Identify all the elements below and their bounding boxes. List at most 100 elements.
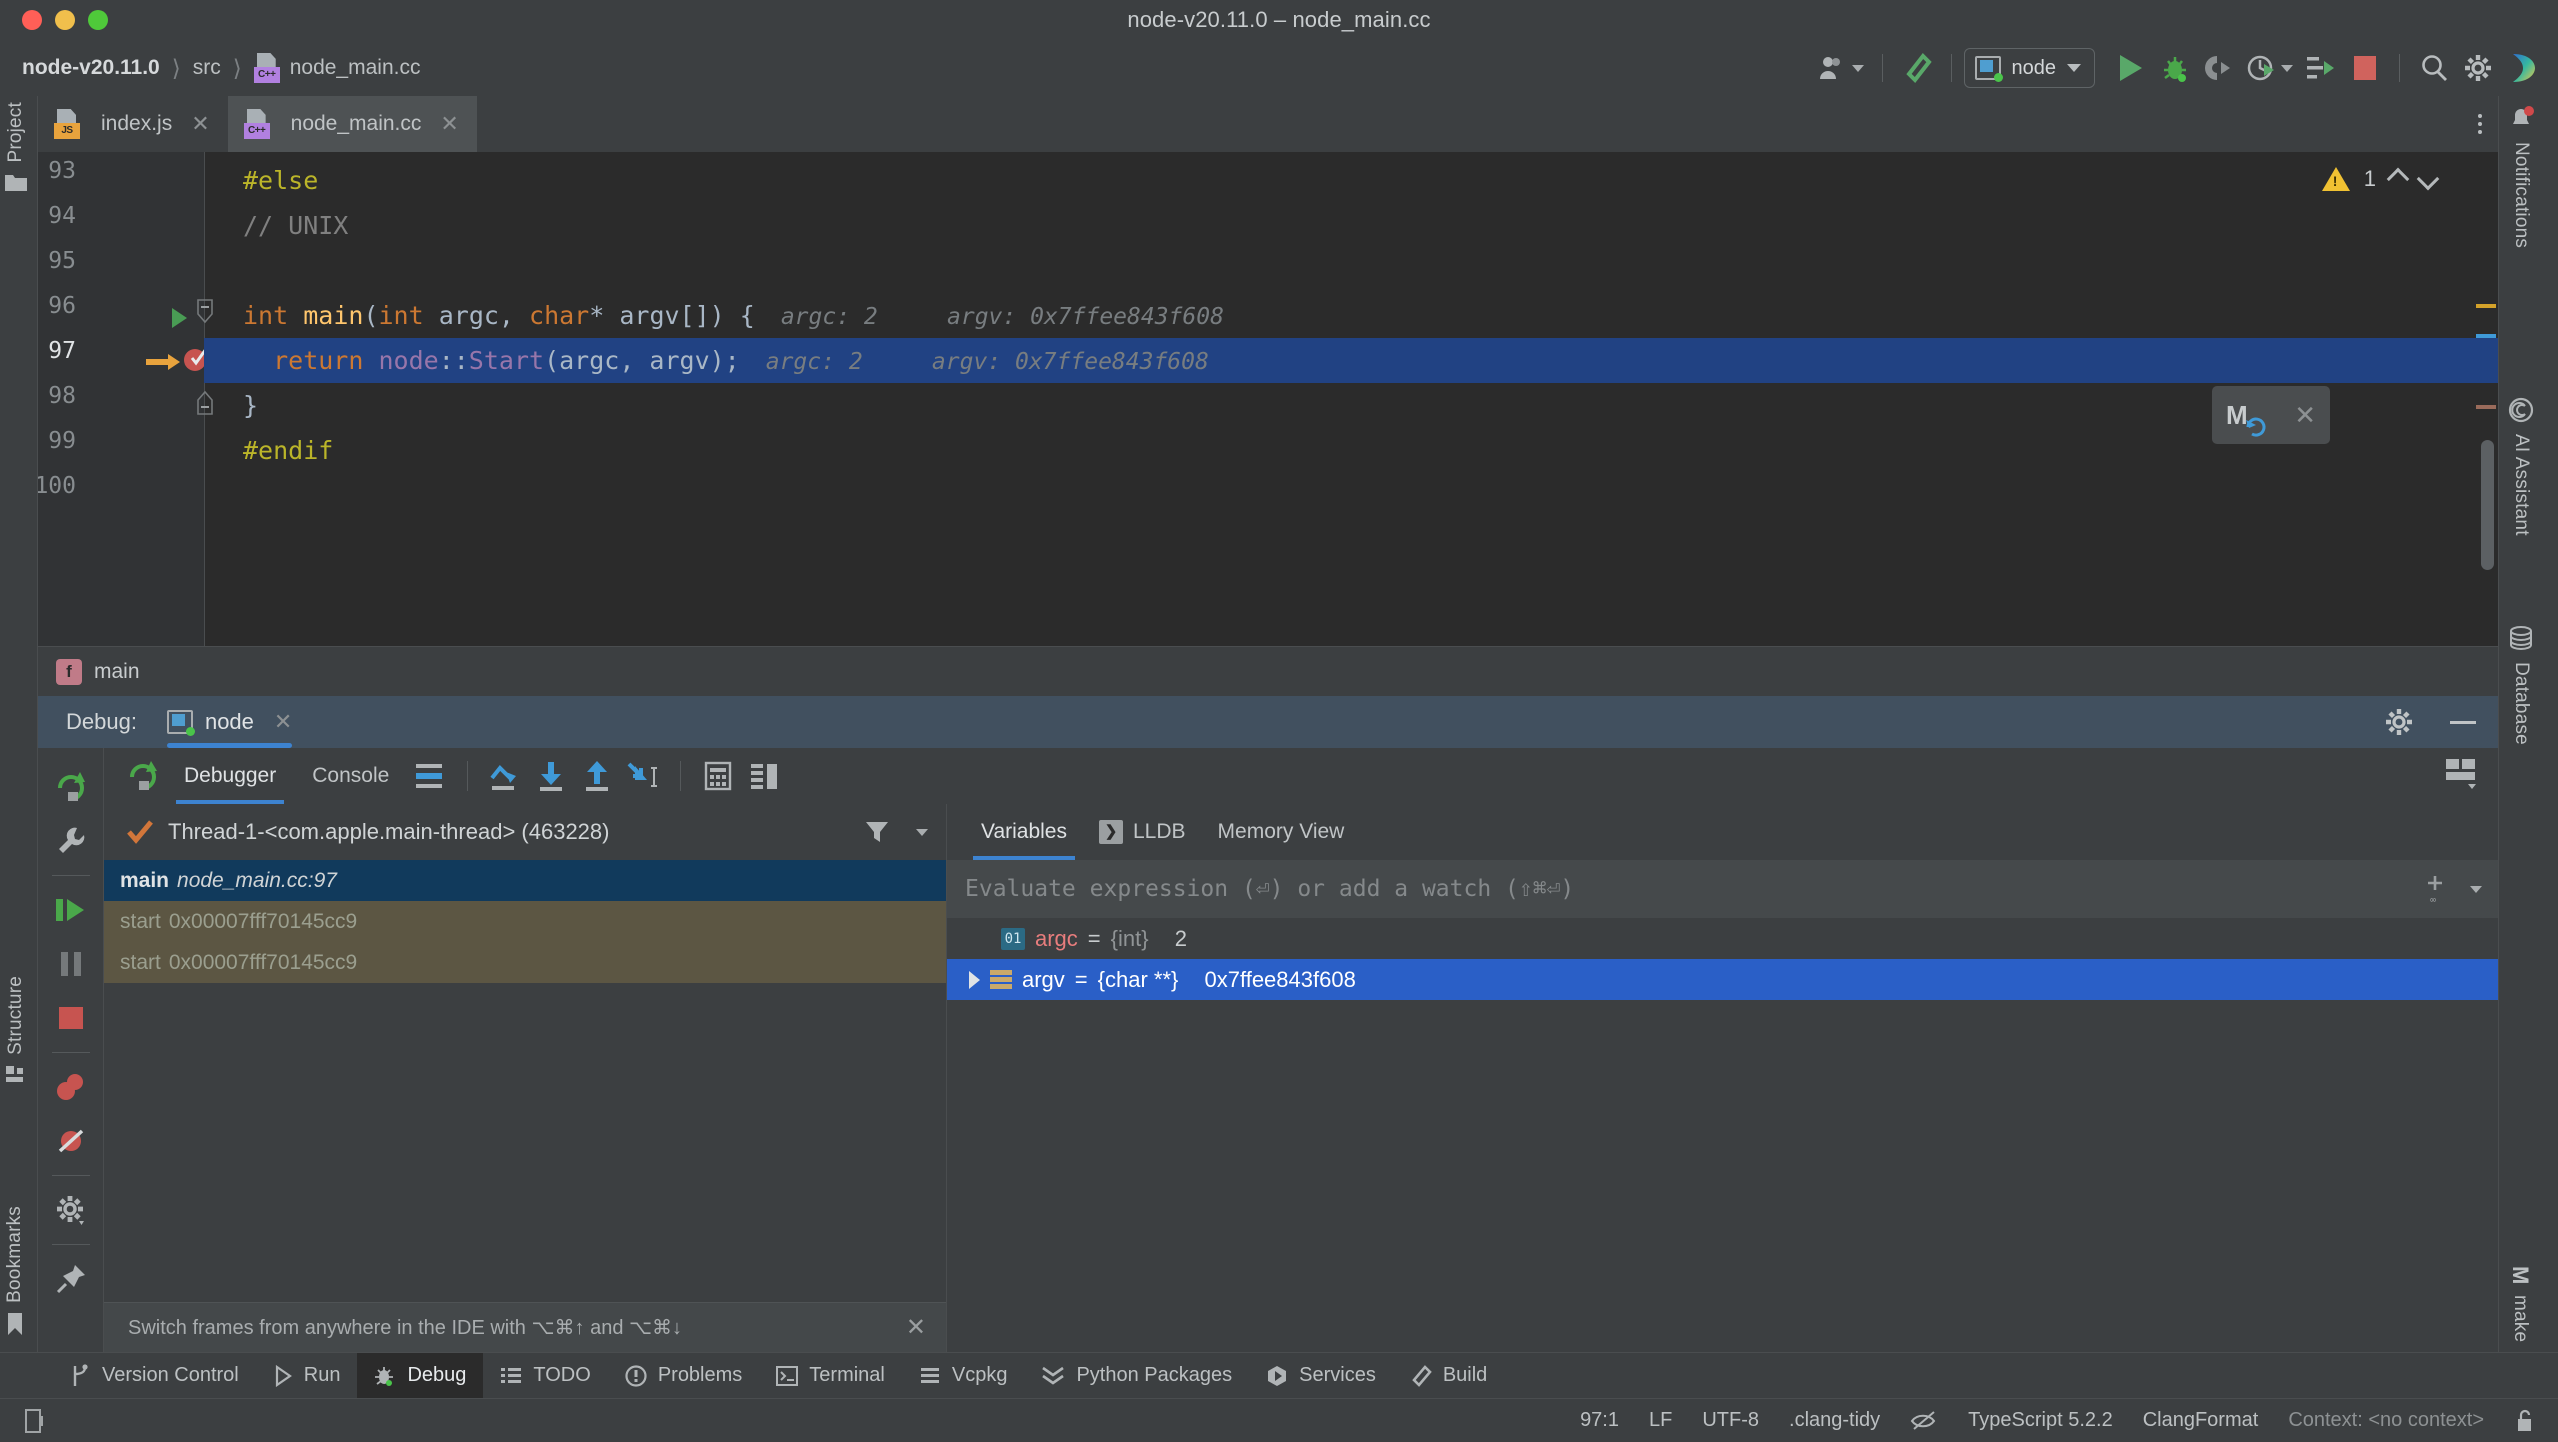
code-line-99[interactable]: #endif (204, 428, 2498, 473)
editor-scrollbar-thumb[interactable] (2481, 440, 2494, 570)
sidebar-item-notifications[interactable]: Notifications (2507, 104, 2535, 248)
context-widget[interactable]: Context: <no context> (2288, 1409, 2484, 1432)
scroll-marker-change[interactable] (2476, 405, 2496, 409)
tool-window-problems[interactable]: Problems (608, 1353, 759, 1399)
coverage-button[interactable] (2197, 46, 2241, 90)
breadcrumb-file[interactable]: C++ node_main.cc (253, 53, 420, 83)
code-formatter[interactable]: ClangFormat (2143, 1409, 2259, 1432)
step-out-button[interactable] (574, 753, 620, 799)
show-execution-point-button[interactable] (407, 753, 453, 799)
rerun-button[interactable] (43, 760, 99, 814)
editor-tab-index-js[interactable]: JS index.js ✕ (38, 96, 228, 152)
resume-program-button[interactable] (43, 883, 99, 937)
sidebar-item-make[interactable]: M make (2507, 1266, 2533, 1342)
step-over-button[interactable] (482, 753, 528, 799)
variable-row-argc[interactable]: 01 argc = {int} 2 (947, 918, 2498, 959)
run-to-cursor-button[interactable] (620, 753, 666, 799)
inspections-eye-icon[interactable] (1910, 1409, 1938, 1433)
tool-window-debug[interactable]: Debug (357, 1352, 484, 1399)
editor-tab-options-icon[interactable] (2466, 110, 2494, 138)
caret-position[interactable]: 97:1 (1580, 1409, 1619, 1432)
restore-layout-button[interactable] (2442, 754, 2480, 792)
frame-row-start-1[interactable]: start 0x00007fff70145cc9 (104, 901, 946, 942)
sidebar-item-structure[interactable]: Structure (4, 976, 28, 1085)
edit-configuration-button[interactable] (43, 814, 99, 868)
tool-window-python-packages[interactable]: Python Packages (1024, 1353, 1249, 1399)
sidebar-item-database[interactable]: Database (2507, 624, 2535, 745)
editor-tab-node-main-cc[interactable]: C++ node_main.cc ✕ (227, 96, 477, 152)
run-gutter-icon[interactable] (166, 305, 192, 331)
code-line-95[interactable] (204, 248, 2498, 293)
settings-gear-icon[interactable] (2384, 707, 2414, 737)
view-breakpoints-button[interactable] (43, 1060, 99, 1114)
tab-debugger[interactable]: Debugger (166, 748, 294, 804)
evaluate-expression-field[interactable]: Evaluate expression (⏎) or add a watch (… (947, 860, 2498, 918)
evaluate-expression-button[interactable] (695, 753, 741, 799)
breadcrumb-project[interactable]: node-v20.11.0 (22, 56, 160, 80)
close-icon[interactable]: ✕ (440, 111, 458, 137)
frame-row-main[interactable]: main node_main.cc:97 (104, 860, 946, 901)
previous-problem-icon[interactable] (2386, 167, 2410, 191)
read-write-lock-icon[interactable] (2514, 1408, 2536, 1434)
fold-marker-icon[interactable] (195, 388, 215, 416)
inspection-profile[interactable]: .clang-tidy (1789, 1409, 1880, 1432)
thread-selector[interactable]: Thread-1-<com.apple.main-thread> (463228… (104, 804, 946, 860)
tab-memory-view[interactable]: Memory View (1202, 804, 1361, 860)
editor-scroll-markers[interactable] (2474, 152, 2498, 646)
tab-lldb[interactable]: ❯ LLDB (1083, 804, 1202, 860)
chevron-down-icon[interactable] (916, 828, 928, 836)
code-line-93[interactable]: #else (204, 158, 2498, 203)
code-line-94[interactable]: // UNIX (204, 203, 2498, 248)
close-icon[interactable]: ✕ (191, 111, 209, 137)
frame-row-start-2[interactable]: start 0x00007fff70145cc9 (104, 942, 946, 983)
step-into-button[interactable] (528, 753, 574, 799)
tab-variables[interactable]: Variables (965, 804, 1083, 860)
profiler-button[interactable] (2241, 46, 2299, 90)
scroll-marker-info[interactable] (2476, 334, 2496, 338)
tool-window-build[interactable]: Build (1393, 1353, 1504, 1399)
stop-button[interactable] (43, 991, 99, 1045)
ai-assistant-icon[interactable] (2500, 46, 2544, 90)
debug-button[interactable] (2153, 46, 2197, 90)
close-icon[interactable]: ✕ (2294, 400, 2316, 431)
run-configuration-selector[interactable]: node (1963, 48, 2095, 88)
close-icon[interactable]: ✕ (906, 1313, 926, 1342)
line-separator[interactable]: LF (1649, 1409, 1672, 1432)
code-content[interactable]: #else // UNIX int main(int argc, char* a… (197, 152, 2498, 646)
chevron-down-icon[interactable] (2470, 885, 2482, 893)
user-account-icon[interactable] (1812, 46, 1870, 90)
variable-row-argv[interactable]: argv = {char **} 0x7ffee843f608 (947, 959, 2498, 1000)
inspection-widget[interactable]: 1 (2321, 166, 2440, 192)
editor-gutter[interactable]: 93 94 95 96 97 98 99 100 (34, 152, 208, 646)
layout-settings-button[interactable] (741, 753, 787, 799)
sidebar-item-bookmarks[interactable]: Bookmarks (4, 1206, 26, 1337)
tool-window-version-control[interactable]: Version Control (52, 1353, 256, 1399)
breadcrumb[interactable]: node-v20.11.0 ⟩ src ⟩ C++ node_main.cc (0, 53, 420, 83)
add-watch-icon[interactable]: ∞ (2422, 874, 2448, 904)
attach-process-button[interactable] (2299, 46, 2343, 90)
breadcrumb-folder[interactable]: src (193, 56, 221, 80)
tool-window-services[interactable]: Services (1249, 1353, 1393, 1399)
code-editor[interactable]: 93 94 95 96 97 98 99 100 #else // UNIX i… (34, 152, 2498, 646)
minimize-icon[interactable] (2448, 716, 2478, 728)
tool-window-terminal[interactable]: Terminal (759, 1353, 902, 1399)
build-hammer-icon[interactable] (1895, 46, 1939, 90)
close-icon[interactable]: ✕ (274, 709, 292, 735)
next-problem-icon[interactable] (2416, 167, 2440, 191)
sidebar-item-project[interactable]: Project (4, 102, 28, 193)
settings-button[interactable] (43, 1183, 99, 1237)
stop-button[interactable] (2343, 46, 2387, 90)
sidebar-item-ai-assistant[interactable]: AI Assistant (2507, 396, 2535, 536)
pin-tab-button[interactable] (43, 1252, 99, 1306)
debug-session-tab[interactable]: node ✕ (166, 696, 293, 748)
scroll-marker-warning[interactable] (2476, 304, 2496, 308)
tab-console[interactable]: Console (294, 748, 407, 804)
mute-breakpoints-button[interactable] (43, 1114, 99, 1168)
file-encoding[interactable]: UTF-8 (1702, 1409, 1759, 1432)
settings-gear-icon[interactable] (2456, 46, 2500, 90)
language-version[interactable]: TypeScript 5.2.2 (1968, 1409, 2113, 1432)
run-button[interactable] (2109, 46, 2153, 90)
fold-marker-icon[interactable] (195, 298, 215, 326)
tool-window-run[interactable]: Run (256, 1353, 358, 1399)
code-line-97[interactable]: return node::Start(argc, argv); argc: 2 a… (204, 338, 2498, 383)
